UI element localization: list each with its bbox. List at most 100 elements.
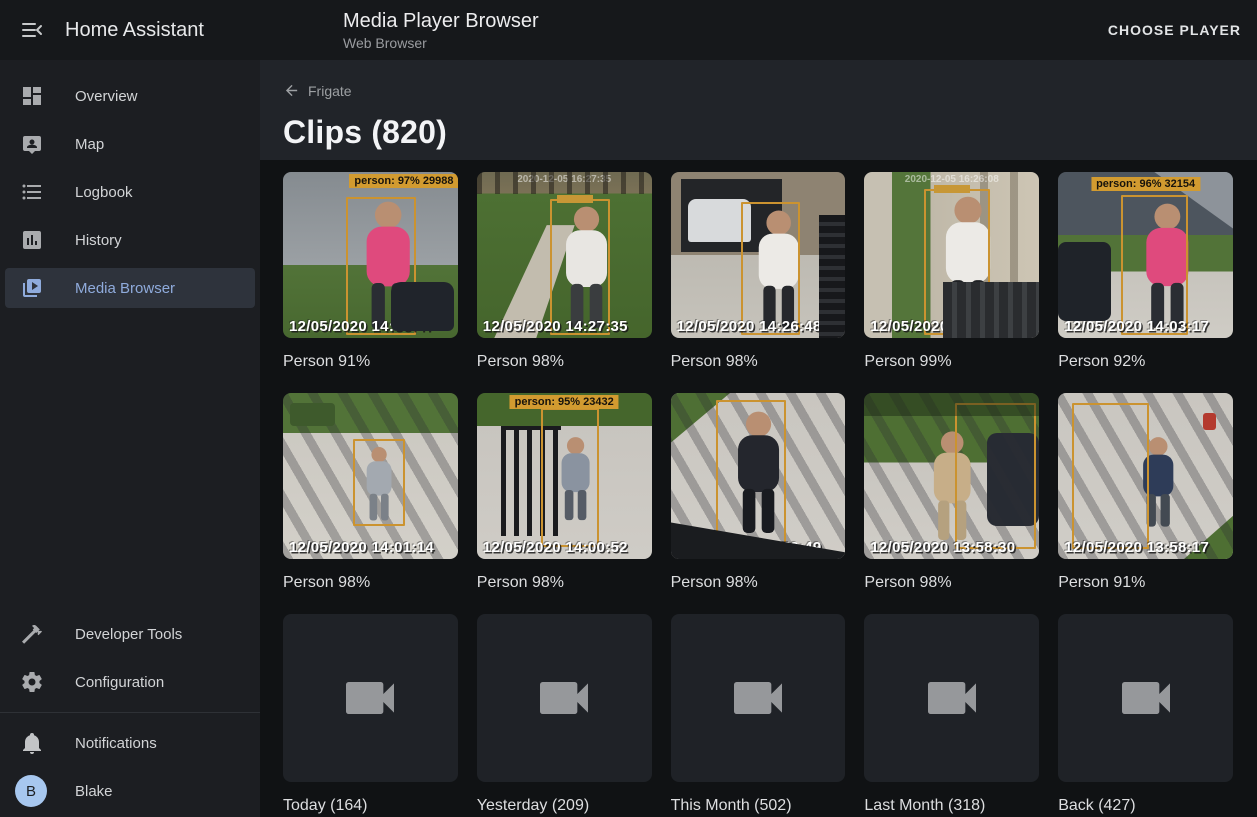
clip-timestamp-overlay: 12/05/2020 14:26:07 xyxy=(870,318,1015,335)
clip-card[interactable]: 12/05/2020 13:58:17 Person 91% xyxy=(1058,393,1233,592)
detection-bbox xyxy=(924,189,990,335)
clip-timestamp-overlay: 12/05/2020 13:59:49 xyxy=(677,539,822,556)
clip-thumbnail: 2020-12-05 16:26:08 12/05/2020 14:26:07 xyxy=(864,172,1039,338)
video-camera-icon xyxy=(532,666,596,730)
sidebar-toggle-icon[interactable] xyxy=(8,6,56,54)
sidebar-item-logbook[interactable]: Logbook xyxy=(0,168,260,216)
clip-grid: person: 97% 29988 12/05/2020 14:38:47 Pe… xyxy=(283,172,1233,817)
folder-label: This Month (502) xyxy=(671,796,846,815)
clip-thumbnail: 12/05/2020 13:59:49 xyxy=(671,393,846,559)
clip-card[interactable]: person: 97% 29988 12/05/2020 14:38:47 Pe… xyxy=(283,172,458,371)
folder-label: Last Month (318) xyxy=(864,796,1039,815)
clip-thumbnail: 12/05/2020 14:26:48 xyxy=(671,172,846,338)
clip-thumbnail: 12/05/2020 14:01:14 xyxy=(283,393,458,559)
view-dashboard-icon xyxy=(20,84,44,108)
clip-timestamp-overlay: 12/05/2020 14:38:47 xyxy=(289,318,434,335)
detection-bbox xyxy=(716,400,786,549)
clip-label: Person 92% xyxy=(1058,352,1233,371)
camera-osd-timestamp: 2020-12-05 16:26:08 xyxy=(905,174,999,185)
clip-card[interactable]: 12/05/2020 13:58:30 Person 98% xyxy=(864,393,1039,592)
clip-label: Person 98% xyxy=(864,573,1039,592)
clip-card[interactable]: 2020-12-05 16:27:35 12/05/2020 14:27:35 … xyxy=(477,172,652,371)
detection-label: person: 97% 29988 xyxy=(349,174,457,188)
detection-minilabel xyxy=(557,195,593,203)
clip-thumbnail: person: 95% 23432 12/05/2020 14:00:52 xyxy=(477,393,652,559)
detection-minilabel xyxy=(934,185,970,193)
clip-card[interactable]: 12/05/2020 13:59:49 Person 98% xyxy=(671,393,846,592)
clip-card[interactable]: person: 96% 32154 12/05/2020 14:03:17 Pe… xyxy=(1058,172,1233,371)
folder-tile xyxy=(477,614,652,782)
clip-card[interactable]: 12/05/2020 14:26:48 Person 98% xyxy=(671,172,846,371)
sidebar-item-label: Notifications xyxy=(75,735,157,752)
media-grid-area: person: 97% 29988 12/05/2020 14:38:47 Pe… xyxy=(260,160,1257,817)
sidebar-item-profile[interactable]: B Blake xyxy=(0,767,260,815)
breadcrumb[interactable]: Frigate xyxy=(283,82,352,99)
sidebar-item-developer-tools[interactable]: Developer Tools xyxy=(0,610,260,658)
detection-bbox xyxy=(1072,403,1149,549)
list-bulleted-icon xyxy=(20,180,44,204)
clip-card[interactable]: 12/05/2020 14:01:14 Person 98% xyxy=(283,393,458,592)
clip-label: Person 91% xyxy=(1058,573,1233,592)
detection-bbox xyxy=(1121,195,1187,334)
clip-timestamp-overlay: 12/05/2020 14:03:17 xyxy=(1064,318,1209,335)
section-title: Clips (820) xyxy=(283,114,1257,151)
detection-bbox xyxy=(550,199,609,335)
arrow-left-icon xyxy=(283,82,300,99)
sidebar-item-label: Media Browser xyxy=(75,280,175,297)
media-browser-panel: Frigate Clips (820) person: 97% 29988 xyxy=(260,60,1257,817)
folder-card-this-month[interactable]: This Month (502) xyxy=(671,614,846,815)
clip-timestamp-overlay: 12/05/2020 14:00:52 xyxy=(483,539,628,556)
sidebar-item-media-browser[interactable]: Media Browser xyxy=(5,268,255,308)
clip-label: Person 91% xyxy=(283,352,458,371)
clip-card[interactable]: 2020-12-05 16:26:08 12/05/2020 14:26:07 … xyxy=(864,172,1039,371)
page-title: Media Player Browser xyxy=(343,9,539,33)
gear-icon xyxy=(20,670,44,694)
clip-thumbnail: 2020-12-05 16:27:35 12/05/2020 14:27:35 xyxy=(477,172,652,338)
clip-card[interactable]: person: 95% 23432 12/05/2020 14:00:52 Pe… xyxy=(477,393,652,592)
clip-timestamp-overlay: 12/05/2020 13:58:30 xyxy=(870,539,1015,556)
sidebar-item-history[interactable]: History xyxy=(0,216,260,264)
clip-label: Person 98% xyxy=(477,573,652,592)
clip-label: Person 99% xyxy=(864,352,1039,371)
sidebar-item-label: Configuration xyxy=(75,674,164,691)
sidebar-item-configuration[interactable]: Configuration xyxy=(0,658,260,706)
media-browser-header: Frigate Clips (820) xyxy=(260,60,1257,160)
folder-card-today[interactable]: Today (164) xyxy=(283,614,458,815)
folder-card-back[interactable]: Back (427) xyxy=(1058,614,1233,815)
folder-tile xyxy=(1058,614,1233,782)
choose-player-button[interactable]: CHOOSE PLAYER xyxy=(1092,12,1257,48)
sidebar-item-label: History xyxy=(75,232,122,249)
video-camera-icon xyxy=(1114,666,1178,730)
folder-tile xyxy=(283,614,458,782)
detection-bbox xyxy=(741,202,800,335)
sidebar-item-notifications[interactable]: Notifications xyxy=(0,719,260,767)
clip-timestamp-overlay: 12/05/2020 13:58:17 xyxy=(1064,539,1209,556)
profile-name: Blake xyxy=(75,783,113,800)
bell-icon xyxy=(20,731,44,755)
account-map-icon xyxy=(20,132,44,156)
avatar: B xyxy=(15,775,47,807)
chart-box-icon xyxy=(20,228,44,252)
clip-label: Person 98% xyxy=(671,573,846,592)
folder-card-yesterday[interactable]: Yesterday (209) xyxy=(477,614,652,815)
hammer-icon xyxy=(20,622,44,646)
sidebar-item-label: Logbook xyxy=(75,184,133,201)
detection-label: person: 96% 32154 xyxy=(1091,177,1200,191)
sidebar-item-map[interactable]: Map xyxy=(0,120,260,168)
folder-label: Back (427) xyxy=(1058,796,1233,815)
clip-timestamp-overlay: 12/05/2020 14:26:48 xyxy=(677,318,822,335)
camera-osd-timestamp: 2020-12-05 16:27:35 xyxy=(517,174,611,185)
sidebar-item-overview[interactable]: Overview xyxy=(0,72,260,120)
dialog-header: Media Player Browser Web Browser xyxy=(343,9,539,52)
clip-thumbnail: person: 97% 29988 12/05/2020 14:38:47 xyxy=(283,172,458,338)
clip-thumbnail: 12/05/2020 13:58:17 xyxy=(1058,393,1233,559)
video-camera-icon xyxy=(726,666,790,730)
clip-timestamp-overlay: 12/05/2020 14:27:35 xyxy=(483,318,628,335)
sidebar: Overview Map Logbook History Media Brows xyxy=(0,60,260,817)
app-title: Home Assistant xyxy=(65,19,259,42)
detection-bbox xyxy=(353,439,405,525)
folder-card-last-month[interactable]: Last Month (318) xyxy=(864,614,1039,815)
play-box-multiple-icon xyxy=(20,276,44,300)
sidebar-item-label: Map xyxy=(75,136,104,153)
folder-tile xyxy=(671,614,846,782)
